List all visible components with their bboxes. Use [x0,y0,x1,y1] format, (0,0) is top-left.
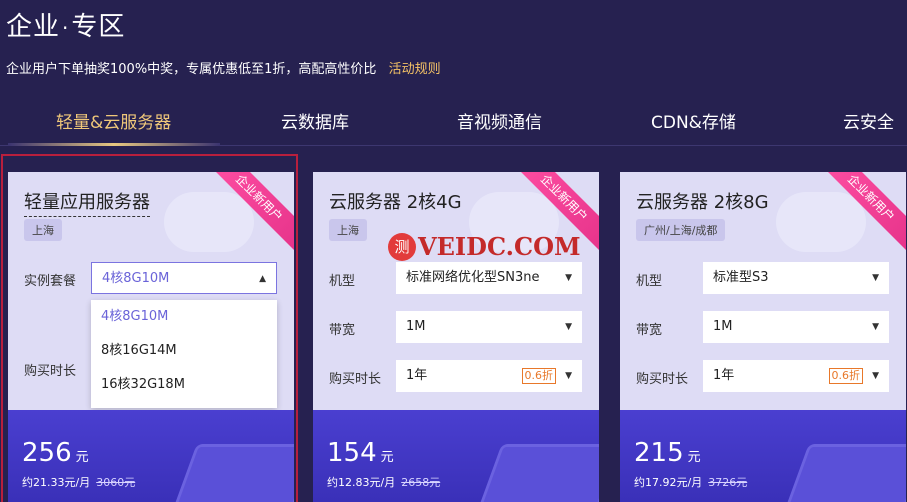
watermark: 测 VEIDC.COM [388,232,581,261]
instance-package-dropdown: 4核8G10M 8核16G14M 16核32G18M [91,300,277,408]
bandwidth-select[interactable]: 1M ▼ [703,311,889,343]
select-value: 标准型S3 [713,270,769,285]
chevron-down-icon: ▼ [565,371,572,381]
cloud-decoration [776,192,866,252]
router-illustration [783,444,906,502]
row-label-model: 机型 [636,274,663,289]
price-unit: 元 [380,450,394,465]
price-detail: 约12.83元/月 2658元 [327,474,440,490]
price-area: 154 元 约12.83元/月 2658元 [313,410,599,502]
select-value: 1年 [406,368,428,383]
select-value: 1年 [713,368,735,383]
row-label-duration: 购买时长 [636,372,689,387]
instance-package-select[interactable]: 4核8G10M ▲ [91,262,277,294]
card-title: 云服务器 2核8G [636,192,769,213]
price-value: 256 [22,438,72,468]
title-part: 专区 [71,12,126,42]
watermark-badge: 测 [388,232,416,261]
price-detail: 约21.33元/月 3060元 [22,474,135,490]
chevron-down-icon: ▼ [872,371,879,381]
monthly-price: 约17.92元/月 [634,476,703,489]
card-title: 云服务器 2核4G [329,192,462,213]
select-value: 1M [713,319,733,334]
price-value: 215 [634,438,684,468]
discount-badge: 0.6折 [521,368,556,384]
dropdown-option[interactable]: 16核32G18M [91,368,277,402]
original-price: 3726元 [708,476,748,489]
price-area: 215 元 约17.92元/月 3726元 [620,410,906,502]
select-value: 标准网络优化型SN3ne [406,270,540,285]
product-card-cvm-2c4g: 企业新用户 云服务器 2核4G 上海 机型 标准网络优化型SN3ne ▼ 带宽 1… [313,172,599,502]
price: 215 元 [634,438,701,468]
router-illustration [476,444,599,502]
card-title[interactable]: 轻量应用服务器 [24,188,150,217]
price-unit: 元 [75,450,89,465]
select-value: 4核8G10M [102,271,170,286]
price-detail: 约17.92元/月 3726元 [634,474,747,490]
row-label-bandwidth: 带宽 [636,323,663,338]
page-subtitle: 企业用户下单抽奖100%中奖，专属优惠低至1折，高配高性价比 活动规则 [6,58,441,77]
tab-audio-video[interactable]: 音视频通信 [457,108,542,133]
model-select[interactable]: 标准型S3 ▼ [703,262,889,294]
row-label-bandwidth: 带宽 [329,323,356,338]
region-badge: 上海 [24,219,62,241]
tab-cloud-database[interactable]: 云数据库 [281,108,349,133]
chevron-down-icon: ▼ [872,273,879,283]
router-illustration [171,444,294,502]
price-value: 154 [327,438,377,468]
model-select[interactable]: 标准网络优化型SN3ne ▼ [396,262,582,294]
row-label-model: 机型 [329,274,356,289]
original-price: 3060元 [96,476,136,489]
row-label-instance: 实例套餐 [24,274,77,289]
region-badge: 上海 [329,219,367,241]
price-area: 256 元 约21.33元/月 3060元 [8,410,294,502]
page-title: 企业 ·专区 [6,6,125,43]
product-card-cvm-2c8g: 企业新用户 云服务器 2核8G 广州/上海/成都 机型 标准型S3 ▼ 带宽 1M… [620,172,906,502]
duration-select[interactable]: 1年 0.6折 ▼ [396,360,582,392]
category-tabs: 轻量&云服务器 云数据库 音视频通信 CDN&存储 云安全 [0,96,907,146]
tab-cloud-security[interactable]: 云安全 [843,108,894,133]
title-part: 企业 [6,12,61,42]
chevron-down-icon: ▼ [565,322,572,332]
duration-select[interactable]: 1年 0.6折 ▼ [703,360,889,392]
tab-lightweight-cloud-server[interactable]: 轻量&云服务器 [56,108,171,133]
row-label-duration: 购买时长 [24,364,77,379]
select-value: 1M [406,319,426,334]
region-badge: 广州/上海/成都 [636,219,726,241]
monthly-price: 约12.83元/月 [327,476,396,489]
price: 256 元 [22,438,89,468]
monthly-price: 约21.33元/月 [22,476,91,489]
product-card-lightweight: 企业新用户 轻量应用服务器 上海 实例套餐 4核8G10M ▲ 购买时长 4核8… [8,172,294,502]
price-unit: 元 [687,450,701,465]
watermark-text: VEIDC.COM [418,232,581,261]
row-label-duration: 购买时长 [329,372,382,387]
chevron-up-icon: ▲ [259,274,266,284]
title-dot: · [62,16,70,40]
activity-rules-link[interactable]: 活动规则 [389,62,441,77]
active-tab-indicator [8,143,220,146]
dropdown-option[interactable]: 8核16G14M [91,334,277,368]
discount-badge: 0.6折 [828,368,863,384]
cloud-decoration [164,192,254,252]
price: 154 元 [327,438,394,468]
original-price: 2658元 [401,476,441,489]
chevron-down-icon: ▼ [872,322,879,332]
dropdown-option[interactable]: 4核8G10M [91,300,277,334]
bandwidth-select[interactable]: 1M ▼ [396,311,582,343]
subtitle-text: 企业用户下单抽奖100%中奖，专属优惠低至1折，高配高性价比 [6,62,377,77]
tab-cdn-storage[interactable]: CDN&存储 [651,108,736,133]
chevron-down-icon: ▼ [565,273,572,283]
